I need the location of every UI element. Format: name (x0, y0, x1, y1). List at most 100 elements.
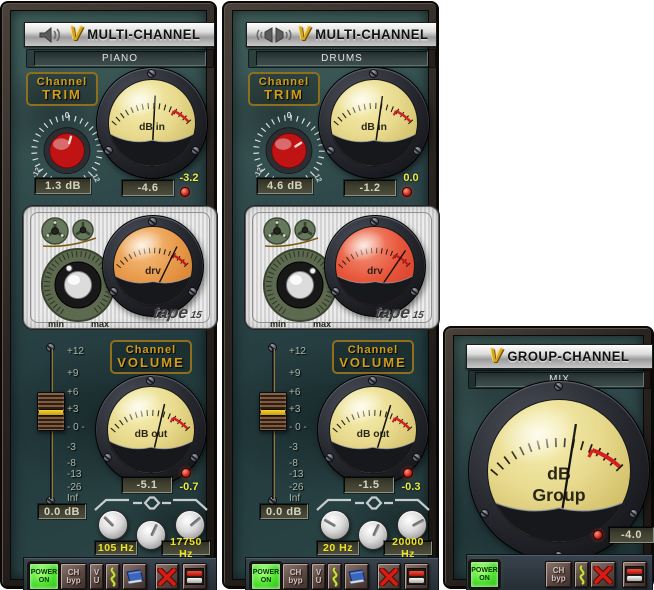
close-x-icon (379, 568, 399, 586)
channel-volume-label: Channel VOLUME (110, 340, 192, 374)
input-vu-meter: dB in (318, 67, 430, 179)
output-peak-readout: -0.3 (392, 481, 430, 493)
preset-bars-button[interactable] (182, 563, 207, 590)
svg-text:dB in: dB in (361, 122, 387, 133)
screw-icon (191, 146, 200, 155)
volume-fader-handle[interactable] (259, 392, 287, 431)
bottom-button-row: POWER ON CH byp V U (245, 557, 439, 590)
manual-book-button[interactable] (344, 563, 369, 590)
plugin-rack: V MULTI-CHANNEL PIANO Channel TRIM 0 -12… (0, 0, 654, 590)
screw-icon (368, 376, 377, 385)
cable-icon (576, 565, 588, 585)
power-on-button[interactable]: POWER ON (251, 563, 281, 590)
plugin-header: V MULTI-CHANNEL (24, 22, 215, 47)
channel-trim-label: Channel TRIM (248, 72, 320, 106)
group-button-row: POWER ON CH byp (466, 554, 653, 590)
svg-text:0: 0 (287, 111, 292, 120)
manual-book-button[interactable] (122, 563, 147, 590)
cable-icon-button[interactable] (574, 561, 589, 588)
tape-saturation-section: min max drv (245, 206, 439, 329)
brand-v-logo: V (298, 25, 311, 44)
svg-text:min: min (270, 319, 286, 329)
output-vu-meter: dB out (95, 374, 207, 486)
screw-icon (188, 287, 197, 296)
svg-text:12: 12 (90, 172, 102, 183)
channel-name-groove: PIANO (26, 49, 214, 68)
screw-icon (147, 69, 156, 78)
cable-icon-button[interactable] (105, 563, 120, 590)
channel-strip-background: V MULTI-CHANNEL DRUMS Channel TRIM 0 -12… (232, 10, 429, 580)
input-vu-meter: dB in (96, 67, 208, 179)
power-on-button[interactable]: POWER ON (29, 563, 59, 590)
screw-icon (331, 287, 340, 296)
screw-icon (325, 453, 334, 462)
power-on-button[interactable]: POWER ON (470, 561, 499, 588)
svg-text:dB out: dB out (135, 429, 168, 440)
input-vu-face: dB in (330, 79, 418, 167)
preset-bars-button[interactable] (404, 563, 429, 590)
screw-icon (103, 453, 112, 462)
vu-mode-button[interactable]: V U (311, 563, 326, 590)
trim-value-display: 1.3 dB (35, 178, 91, 194)
screw-icon (554, 382, 563, 391)
drive-vu-meter: drv (324, 215, 426, 317)
channel-panel-2: V MULTI-CHANNEL DRUMS Channel TRIM 0 -12… (222, 1, 439, 589)
channel-bypass-button[interactable]: CH byp (282, 563, 309, 590)
screw-icon (412, 453, 421, 462)
output-peak-led[interactable] (181, 468, 191, 478)
bandpass-filter-icon (132, 495, 172, 516)
screw-icon (146, 376, 155, 385)
preset-bars-button[interactable] (622, 561, 647, 588)
output-level-display: -1.5 (344, 477, 394, 493)
cable-icon-button[interactable] (327, 563, 342, 590)
close-x-icon (593, 566, 613, 584)
drive-vu-meter: drv (102, 215, 204, 317)
svg-text:dB in: dB in (139, 122, 165, 133)
svg-text:drv: drv (145, 266, 161, 277)
screw-icon (413, 146, 422, 155)
group-peak-led[interactable] (593, 530, 603, 540)
screw-icon (629, 509, 638, 518)
lowpass-freq-display: 17750 Hz (162, 541, 210, 555)
plugin-header: V MULTI-CHANNEL (246, 22, 437, 47)
svg-text:max: max (91, 319, 109, 329)
channel-name-field[interactable]: PIANO (34, 51, 207, 66)
screw-icon (190, 453, 199, 462)
close-button[interactable] (155, 563, 179, 590)
svg-text:max: max (313, 319, 331, 329)
bars-icon (625, 566, 644, 583)
close-button[interactable] (377, 563, 401, 590)
channel-bypass-button[interactable]: CH byp (60, 563, 87, 590)
output-vu-meter: dB out (317, 374, 429, 486)
plugin-title: MULTI-CHANNEL (87, 27, 200, 43)
channel-bypass-button[interactable]: CH byp (545, 561, 572, 588)
tape-saturation-section: min max drv (23, 206, 217, 329)
bars-icon (185, 568, 204, 585)
trim-value-display: 4.6 dB (257, 178, 313, 194)
fader-value-display: 0.0 dB (38, 504, 86, 519)
fader-scale: +12 +9 +6 +3 - 0 - -3 -8 -13 -26 Inf (67, 342, 99, 500)
book-icon (124, 568, 146, 586)
group-channel-panel: V GROUP-CHANNEL MIX dB Group (443, 326, 654, 589)
group-title: GROUP-CHANNEL (507, 349, 629, 365)
vu-mode-button[interactable]: V U (89, 563, 104, 590)
output-peak-led[interactable] (403, 468, 413, 478)
close-x-icon (157, 568, 177, 586)
input-level-display: -1.2 (344, 180, 396, 196)
highpass-freq-knob[interactable] (98, 510, 128, 540)
drive-vu-face: drv (335, 226, 415, 306)
volume-fader-handle[interactable] (37, 392, 65, 431)
group-level-display: -4.0 (609, 527, 654, 543)
brand-v-logo: V (70, 25, 83, 44)
channel-name-field[interactable]: DRUMS (256, 51, 429, 66)
input-peak-readout: 0.0 (392, 172, 430, 184)
channel-strip-background: V MULTI-CHANNEL PIANO Channel TRIM 0 -12… (10, 10, 207, 580)
group-background: V GROUP-CHANNEL MIX dB Group (453, 335, 644, 580)
highpass-freq-knob[interactable] (320, 510, 350, 540)
close-button[interactable] (590, 561, 616, 588)
output-vu-face: dB out (107, 386, 195, 474)
input-peak-led[interactable] (402, 187, 412, 197)
input-peak-led[interactable] (180, 187, 190, 197)
screw-icon (370, 217, 379, 226)
screw-icon (326, 146, 335, 155)
